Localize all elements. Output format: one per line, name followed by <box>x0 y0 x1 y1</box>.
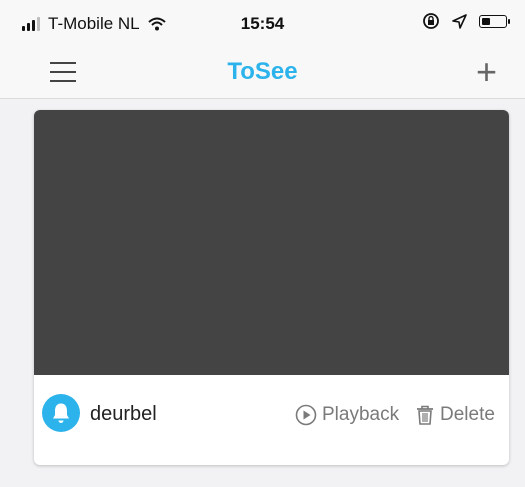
page-title: ToSee <box>227 58 298 85</box>
orientation-lock-icon <box>423 13 439 29</box>
bell-icon <box>42 394 80 432</box>
trash-icon <box>417 405 433 425</box>
device-card: deurbel Playback Delete <box>34 110 509 465</box>
add-device-button[interactable]: + <box>476 54 497 90</box>
device-name: deurbel <box>90 403 157 425</box>
delete-button[interactable]: Delete <box>415 404 495 426</box>
play-circle-icon <box>295 404 317 426</box>
playback-button[interactable]: Playback <box>295 404 399 426</box>
status-right <box>422 12 510 30</box>
nav-bar: ToSee + <box>0 48 525 99</box>
playback-label: Playback <box>322 404 400 425</box>
location-icon <box>452 13 467 29</box>
battery-icon <box>479 14 510 28</box>
status-bar: T-Mobile NL 15:54 <box>0 0 525 48</box>
delete-label: Delete <box>440 404 495 425</box>
video-preview[interactable] <box>34 110 509 375</box>
